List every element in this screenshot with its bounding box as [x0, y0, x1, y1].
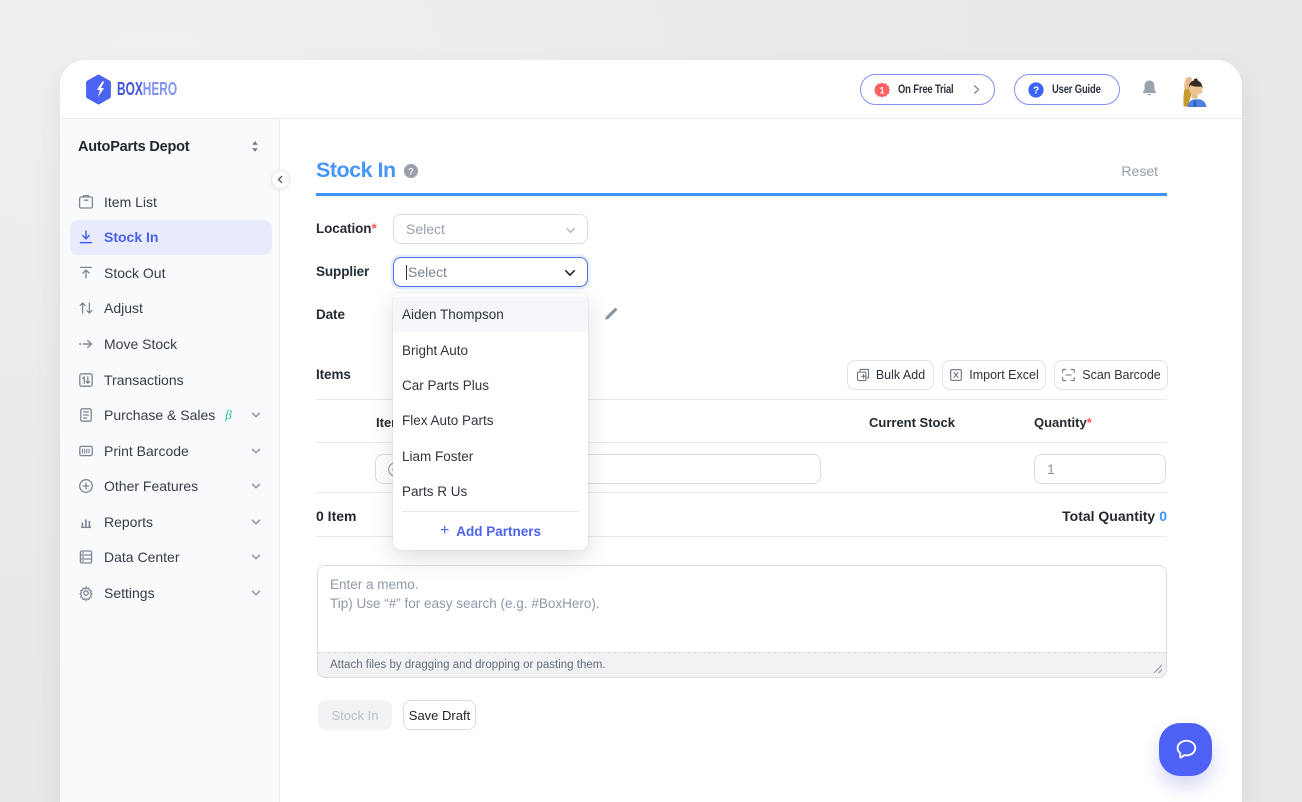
svg-text:1: 1 — [880, 85, 885, 95]
svg-text:?: ? — [1033, 84, 1039, 96]
svg-text:?: ? — [408, 166, 414, 177]
